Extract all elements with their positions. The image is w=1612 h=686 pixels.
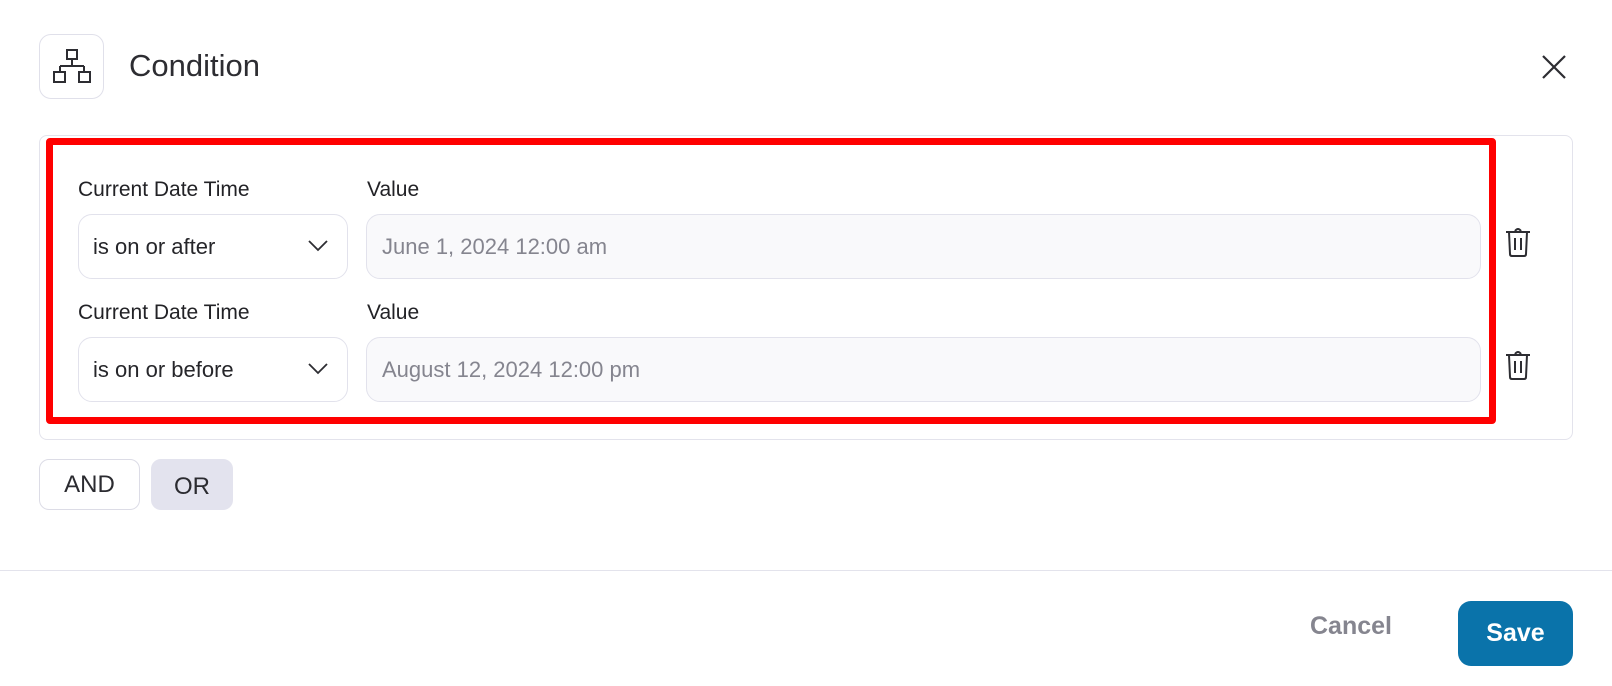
condition-1-operator-select[interactable]: is on or after xyxy=(78,214,348,279)
trash-icon xyxy=(1506,351,1530,380)
condition-2-value-label: Value xyxy=(367,301,420,324)
condition-2-delete-button[interactable] xyxy=(1505,349,1535,383)
condition-1-field-label: Current Date Time xyxy=(78,178,250,201)
footer-divider xyxy=(0,570,1612,571)
dialog-title: Condition xyxy=(129,48,260,83)
sitemap-icon xyxy=(52,48,91,83)
trash-icon xyxy=(1506,228,1530,257)
condition-1-value-label: Value xyxy=(367,178,420,201)
and-button[interactable]: AND xyxy=(39,459,140,510)
condition-2-operator-value: is on or before xyxy=(93,356,234,382)
condition-2-value-text: August 12, 2024 12:00 pm xyxy=(382,356,641,382)
save-button[interactable]: Save xyxy=(1458,601,1573,666)
condition-2-value-input[interactable]: August 12, 2024 12:00 pm xyxy=(366,337,1481,402)
cancel-button[interactable]: Cancel xyxy=(1310,612,1392,641)
or-button[interactable]: OR xyxy=(151,459,233,510)
close-icon xyxy=(1542,55,1566,79)
condition-type-icon-box xyxy=(39,34,104,99)
chevron-down-icon xyxy=(308,240,328,252)
condition-2-operator-select[interactable]: is on or before xyxy=(78,337,348,402)
condition-2-field-label: Current Date Time xyxy=(78,301,250,324)
condition-1-value-input[interactable]: June 1, 2024 12:00 am xyxy=(366,214,1481,279)
condition-1-value-text: June 1, 2024 12:00 am xyxy=(382,233,608,259)
condition-1-delete-button[interactable] xyxy=(1505,226,1535,260)
close-button[interactable] xyxy=(1540,53,1568,81)
condition-1-operator-value: is on or after xyxy=(93,233,216,259)
chevron-down-icon xyxy=(308,363,328,375)
